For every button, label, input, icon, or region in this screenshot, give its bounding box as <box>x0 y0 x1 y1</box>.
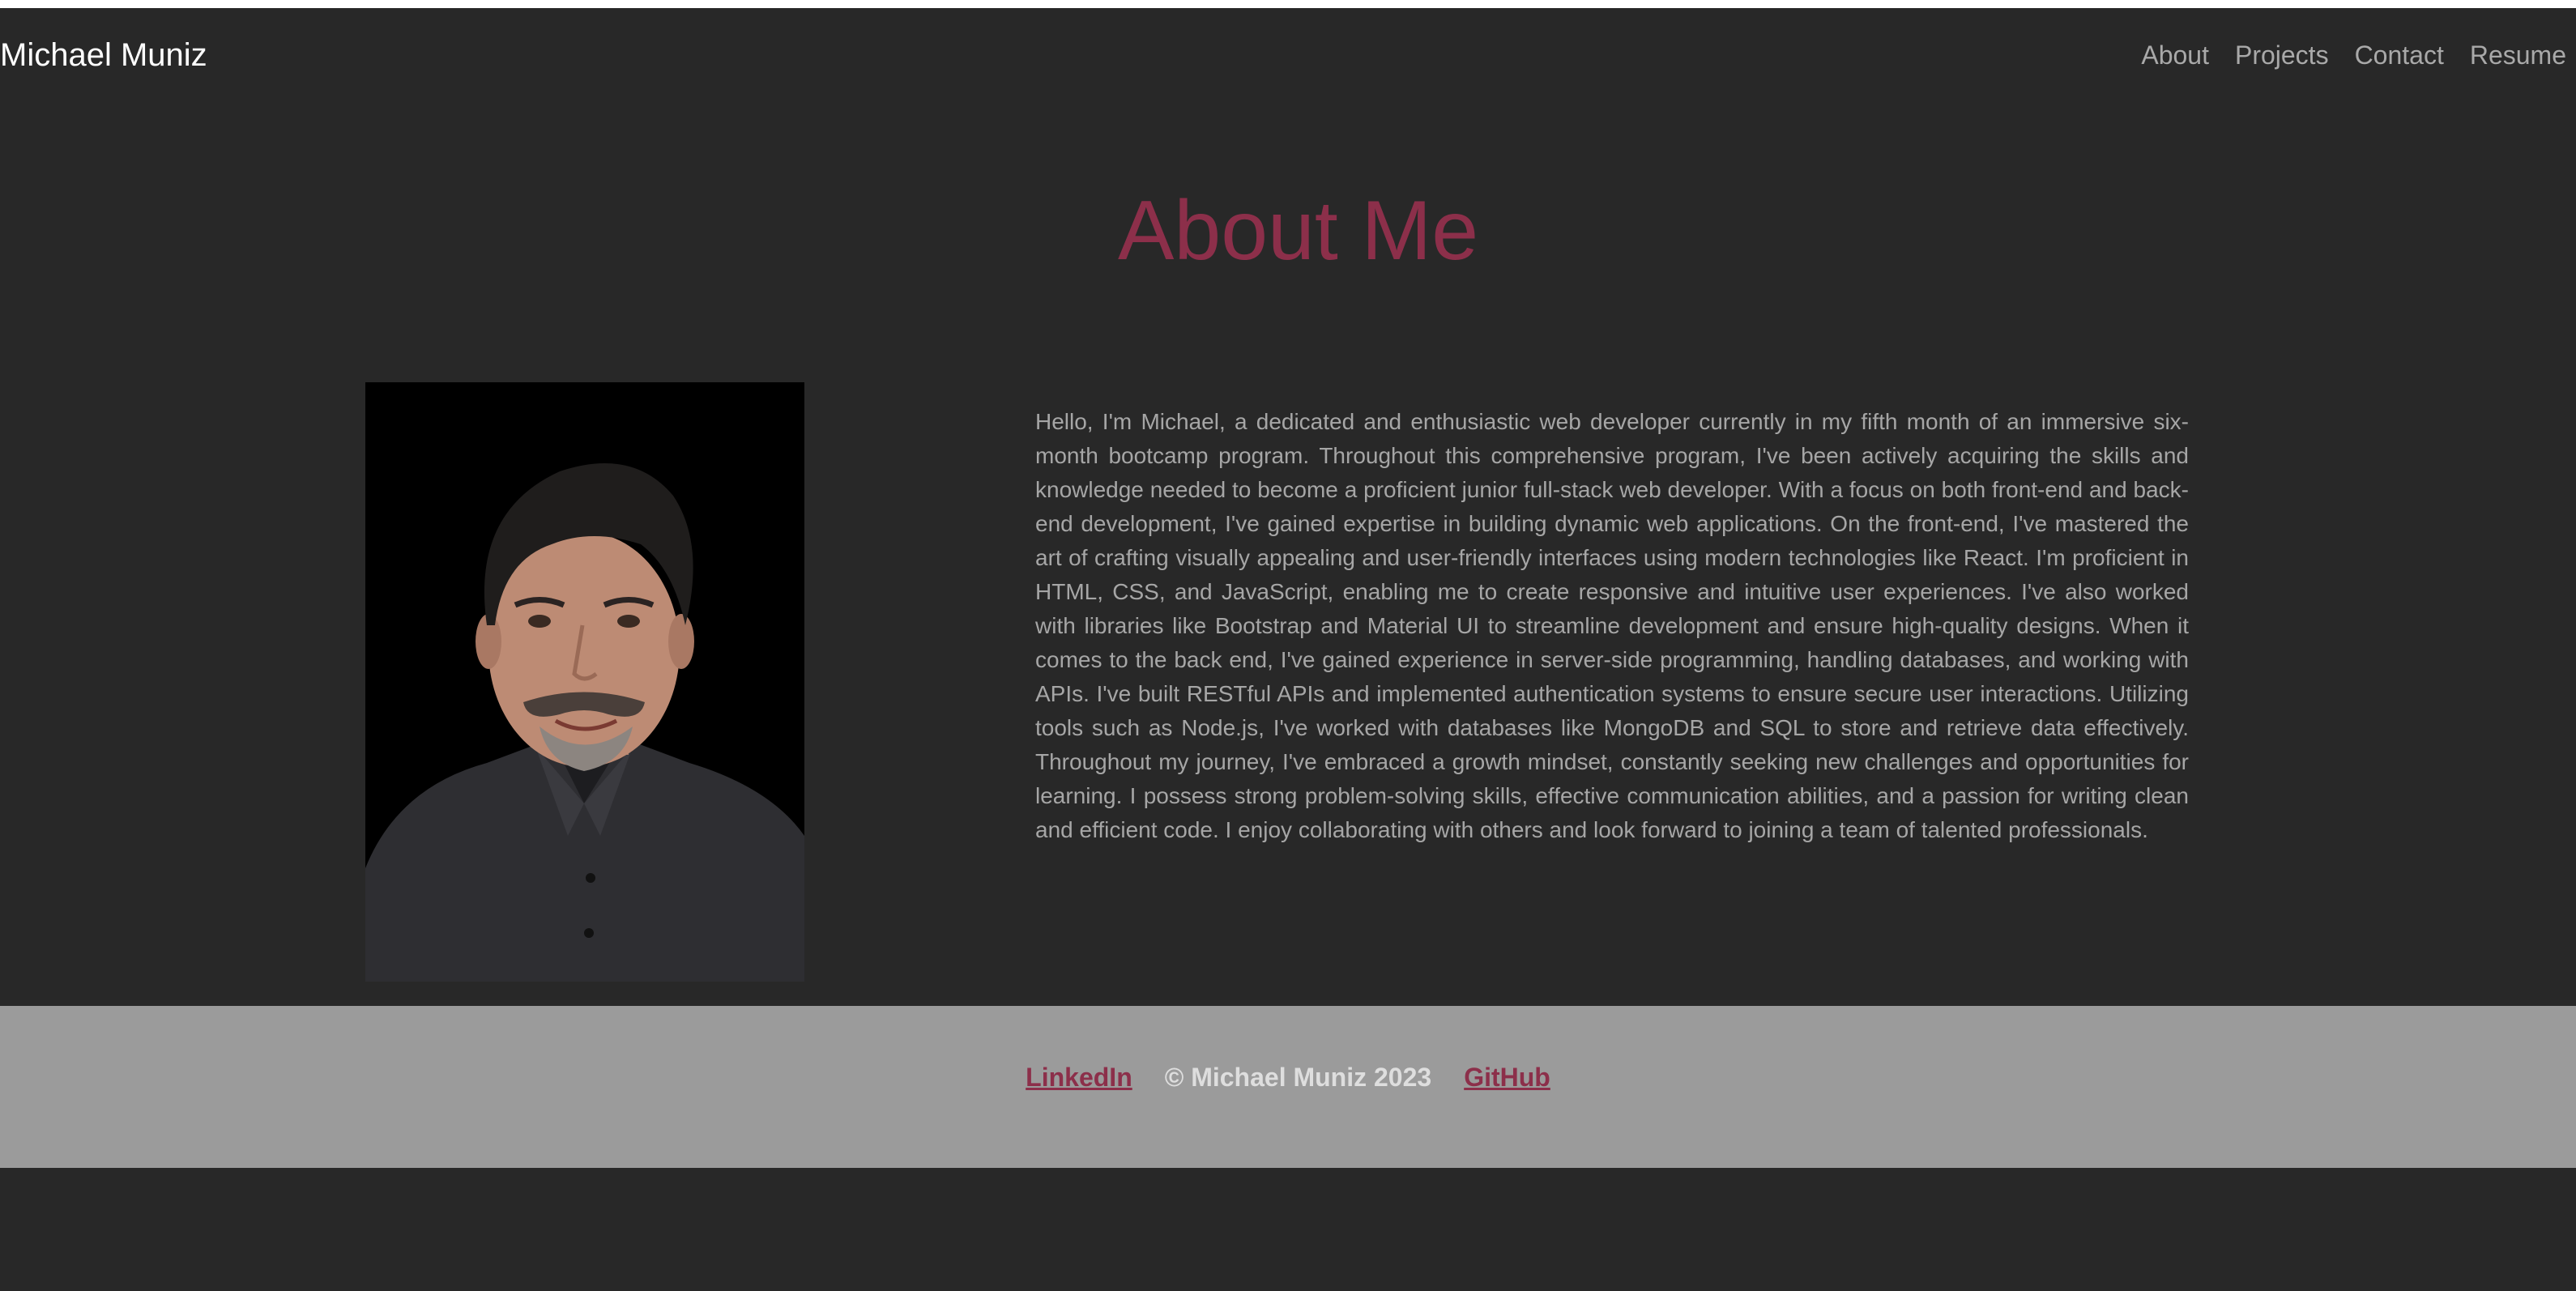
profile-photo <box>365 382 804 982</box>
main-nav: About Projects Contact Resume <box>2141 32 2566 78</box>
portrait-illustration <box>365 382 804 982</box>
top-border <box>0 0 2576 8</box>
site-brand[interactable]: Michael Muniz <box>0 32 207 78</box>
nav-link-about[interactable]: About <box>2141 32 2209 78</box>
github-link[interactable]: GitHub <box>1464 1059 1550 1095</box>
nav-link-resume[interactable]: Resume <box>2470 32 2566 78</box>
site-footer: LinkedIn © Michael Muniz 2023 GitHub <box>0 1006 2576 1168</box>
copyright-text: © Michael Muniz 2023 <box>1164 1063 1432 1092</box>
nav-link-projects[interactable]: Projects <box>2235 32 2329 78</box>
nav-link-contact[interactable]: Contact <box>2355 32 2444 78</box>
linkedin-link[interactable]: LinkedIn <box>1026 1059 1132 1095</box>
page-title: About Me <box>1118 184 1479 278</box>
about-paragraph: Hello, I'm Michael, a dedicated and enth… <box>1035 409 2189 842</box>
